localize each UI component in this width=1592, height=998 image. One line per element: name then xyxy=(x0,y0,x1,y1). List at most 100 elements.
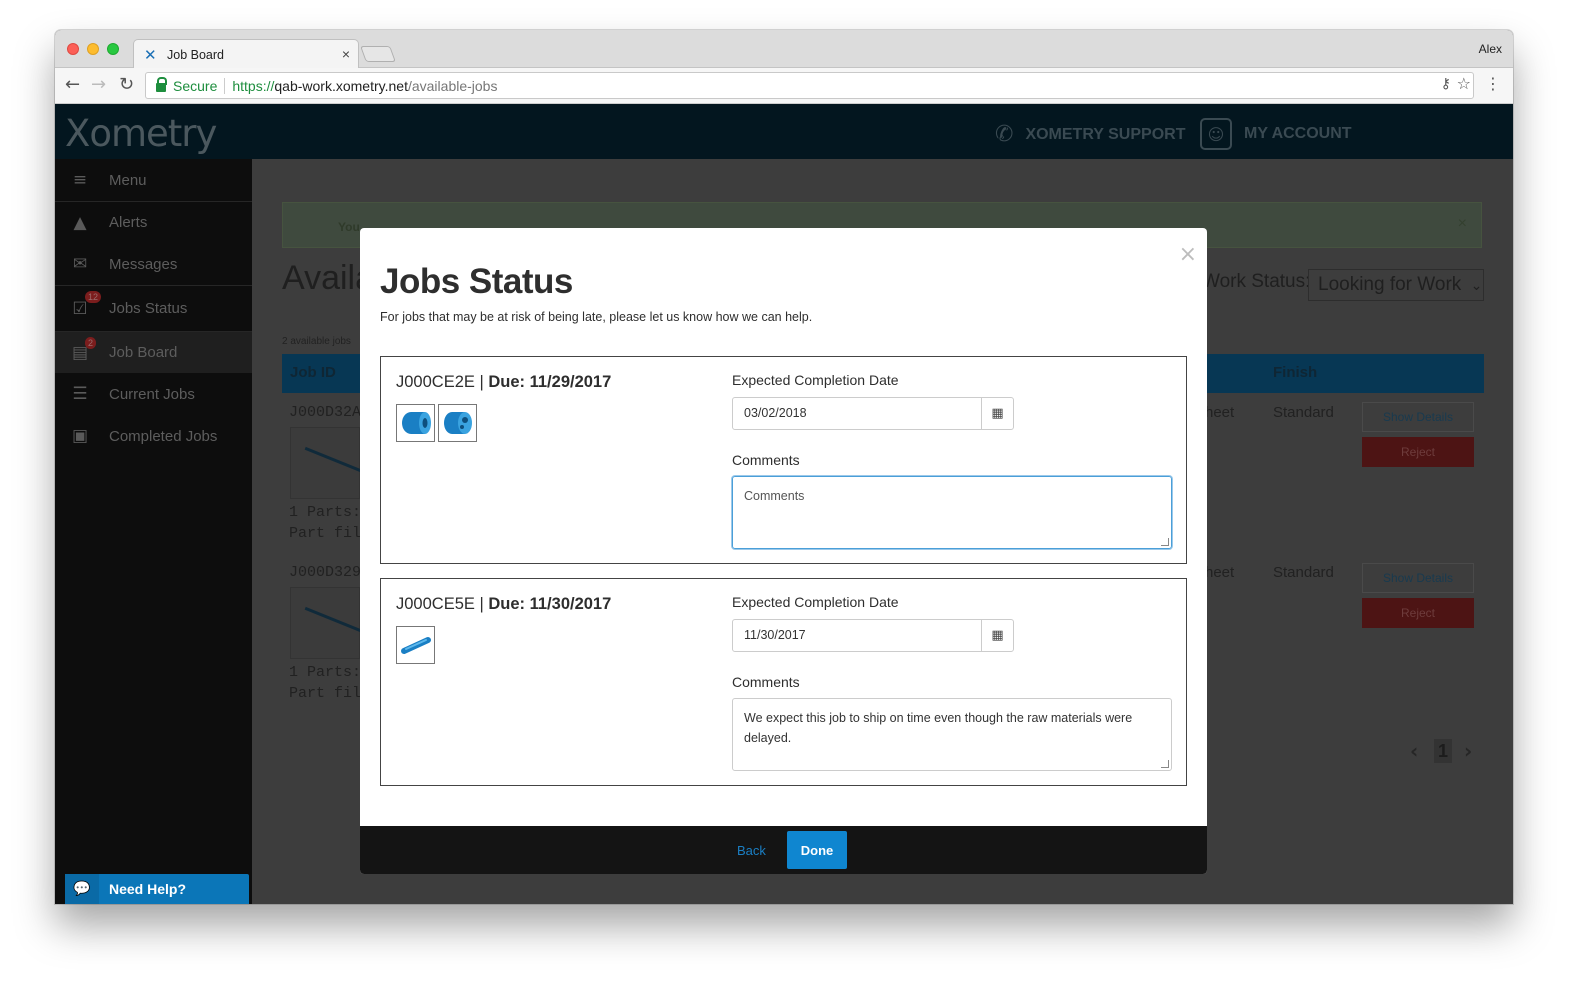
lock-icon xyxy=(156,77,167,92)
part-thumbnail[interactable] xyxy=(396,626,435,664)
browser-toolbar: ← → ↻ Secure https:// qab-work.xometry.n… xyxy=(55,68,1513,104)
comments-label: Comments xyxy=(732,674,800,690)
archive-icon: ▣ xyxy=(71,426,89,446)
support-label: XOMETRY SUPPORT xyxy=(1025,125,1186,143)
expected-date-value[interactable]: 03/02/2018 xyxy=(733,398,981,429)
job-separator: | xyxy=(474,373,489,391)
comments-textarea[interactable]: Comments xyxy=(732,476,1172,549)
work-status-select[interactable]: Looking for Work ⌄ xyxy=(1308,269,1484,301)
address-bar[interactable]: Secure https:// qab-work.xometry.net /av… xyxy=(145,72,1474,99)
phone-icon: ✆ xyxy=(995,122,1014,147)
housing-part-icon xyxy=(443,412,472,434)
job-id: J000CE5E xyxy=(396,595,475,613)
sidebar-item-label: Messages xyxy=(109,255,178,273)
xometry-logo[interactable]: Xometry xyxy=(65,112,217,155)
need-help-label: Need Help? xyxy=(109,881,187,897)
part-thumbnail[interactable] xyxy=(290,427,362,499)
reload-icon[interactable]: ↻ xyxy=(119,74,134,95)
sidebar: ≡ Menu ▲ Alerts ✉ Messages ☑ 12 Jobs Sta… xyxy=(55,159,252,904)
sidebar-item-current-jobs[interactable]: ☰ Current Jobs xyxy=(55,373,252,415)
sidebar-item-alerts[interactable]: ▲ Alerts xyxy=(55,201,252,243)
new-tab-button[interactable] xyxy=(360,46,396,62)
comments-placeholder: Comments xyxy=(744,489,805,503)
show-details-button[interactable]: Show Details xyxy=(1362,563,1474,593)
resize-handle-icon[interactable] xyxy=(1161,538,1169,546)
part-thumbnail[interactable] xyxy=(438,404,477,442)
row-job-id[interactable]: J000D32A xyxy=(289,404,361,421)
sidebar-item-completed-jobs[interactable]: ▣ Completed Jobs xyxy=(55,415,252,457)
my-account-link[interactable]: ☺ MY ACCOUNT xyxy=(1200,118,1352,150)
rod-part-icon xyxy=(400,637,431,654)
job-status-card: J000CE2E | Due: 11/29/2017 Expected Comp… xyxy=(380,356,1187,564)
browser-tab[interactable]: ✕ Job Board × xyxy=(133,39,359,69)
job-due-date: Due: 11/30/2017 xyxy=(488,595,612,613)
row-material: heet xyxy=(1205,564,1235,581)
sidebar-item-messages[interactable]: ✉ Messages xyxy=(55,243,252,285)
back-button[interactable]: Back xyxy=(737,843,766,858)
calendar-icon[interactable]: ▦ xyxy=(981,620,1013,651)
close-window-button[interactable] xyxy=(67,43,79,55)
key-icon[interactable]: ⚷ xyxy=(1441,76,1451,92)
done-button[interactable]: Done xyxy=(787,831,847,869)
sidebar-item-label: Alerts xyxy=(109,214,148,231)
browser-window: ✕ Job Board × Alex ← → ↻ Secure https://… xyxy=(55,30,1513,904)
list-icon: ☰ xyxy=(72,384,88,404)
show-details-button[interactable]: Show Details xyxy=(1362,402,1474,432)
envelope-icon: ✉ xyxy=(72,254,88,274)
column-job-id[interactable]: Job ID xyxy=(290,364,336,381)
browser-menu-icon[interactable]: ⋮ xyxy=(1485,74,1501,93)
modal-footer: Back Done xyxy=(360,826,1207,874)
sidebar-item-label: Completed Jobs xyxy=(109,427,218,445)
pager-current-page[interactable]: 1 xyxy=(1434,739,1452,763)
calendar-icon[interactable]: ▦ xyxy=(981,398,1013,429)
column-finish[interactable]: Finish xyxy=(1273,364,1317,381)
close-icon[interactable]: × xyxy=(1179,242,1197,267)
address-divider xyxy=(224,77,226,94)
tab-close-icon[interactable]: × xyxy=(342,46,350,62)
tab-title: Job Board xyxy=(167,47,224,62)
reject-button[interactable]: Reject xyxy=(1362,598,1474,628)
sidebar-item-label: Menu xyxy=(109,171,147,189)
sidebar-item-label: Jobs Status xyxy=(109,300,188,317)
url-host: qab-work.xometry.net xyxy=(274,77,408,94)
secure-label: Secure xyxy=(173,77,218,94)
account-label: MY ACCOUNT xyxy=(1244,125,1352,142)
pager-next-icon[interactable]: › xyxy=(1464,739,1472,763)
pager-prev-icon[interactable]: ‹ xyxy=(1410,739,1418,763)
profile-name[interactable]: Alex xyxy=(1479,42,1502,56)
row-job-id[interactable]: J000D329 xyxy=(289,564,361,581)
work-status-label: Work Status: xyxy=(1202,271,1311,292)
maximize-window-button[interactable] xyxy=(107,43,119,55)
forward-arrow-icon[interactable]: → xyxy=(91,74,106,95)
alert-close-icon[interactable]: × xyxy=(1458,215,1467,233)
resize-handle-icon[interactable] xyxy=(1161,760,1169,768)
warning-icon: ▲ xyxy=(73,212,87,233)
sidebar-item-jobs-status[interactable]: ☑ 12 Jobs Status xyxy=(55,285,252,331)
expected-date-field[interactable]: 03/02/2018 ▦ xyxy=(732,397,1014,430)
comments-textarea[interactable]: We expect this job to ship on time even … xyxy=(732,698,1172,771)
comments-value: We expect this job to ship on time even … xyxy=(744,711,1133,745)
url-path: /available-jobs xyxy=(407,77,498,94)
work-status-value: Looking for Work xyxy=(1318,274,1462,295)
reject-button[interactable]: Reject xyxy=(1362,437,1474,467)
part-thumbnail[interactable] xyxy=(396,404,435,442)
tab-bar: ✕ Job Board × Alex xyxy=(55,30,1513,69)
chevron-down-icon: ⌄ xyxy=(1470,278,1483,294)
support-link[interactable]: ✆ XOMETRY SUPPORT xyxy=(995,122,1185,147)
back-arrow-icon[interactable]: ← xyxy=(65,74,80,95)
sidebar-item-menu[interactable]: ≡ Menu xyxy=(55,159,252,201)
bookmark-star-icon[interactable]: ☆ xyxy=(1457,74,1471,93)
user-icon: ☺ xyxy=(1200,118,1232,150)
minimize-window-button[interactable] xyxy=(87,43,99,55)
need-help-button[interactable]: 💬 Need Help? xyxy=(65,874,249,904)
url-scheme: https:// xyxy=(232,77,275,94)
app: Xometry ✆ XOMETRY SUPPORT ☺ MY ACCOUNT ≡… xyxy=(55,104,1513,904)
expected-date-field[interactable]: 11/30/2017 ▦ xyxy=(732,619,1014,652)
expected-date-label: Expected Completion Date xyxy=(732,372,899,388)
sidebar-item-job-board[interactable]: ▤ 2 Job Board xyxy=(55,331,252,373)
job-status-card: J000CE5E | Due: 11/30/2017 Expected Comp… xyxy=(380,578,1187,786)
modal-subtitle: For jobs that may be at risk of being la… xyxy=(380,310,813,324)
xometry-favicon-icon: ✕ xyxy=(144,45,157,64)
expected-date-value[interactable]: 11/30/2017 xyxy=(733,620,981,651)
part-thumbnail[interactable] xyxy=(290,587,362,659)
